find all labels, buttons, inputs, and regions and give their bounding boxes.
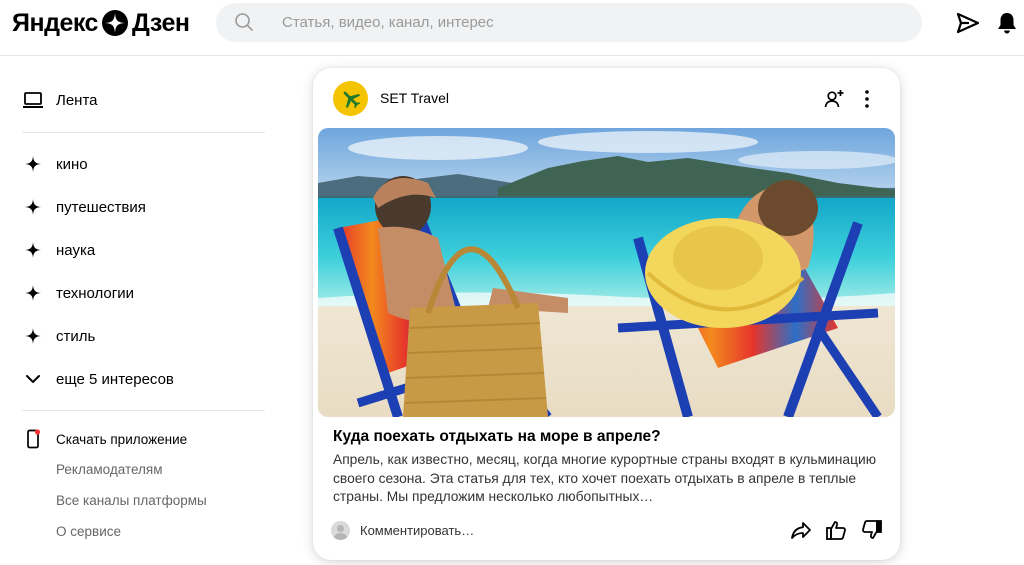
sidebar-item-label: еще 5 интересов — [56, 370, 174, 388]
bell-icon[interactable] — [994, 10, 1020, 36]
like-icon[interactable] — [825, 519, 847, 541]
logo-text-yandex: Яндекс — [12, 8, 98, 37]
sidebar-item-label: путешествия — [56, 198, 146, 216]
sidebar-item-label: стиль — [56, 327, 96, 345]
send-icon[interactable] — [955, 10, 981, 36]
sidebar-item-kino[interactable]: кино — [22, 149, 88, 179]
top-header: Яндекс Дзен — [0, 0, 1024, 56]
more-options-icon[interactable] — [859, 88, 875, 110]
sidebar-item-technology[interactable]: технологии — [22, 278, 134, 308]
footer-link-all-channels[interactable]: Все каналы платформы — [56, 493, 207, 508]
article-title[interactable]: Куда поехать отдыхать на море в апреле? — [333, 428, 873, 446]
yandex-zen-logo[interactable]: Яндекс Дзен — [12, 8, 190, 37]
sidebar-item-travel[interactable]: путешествия — [22, 192, 146, 222]
user-avatar — [331, 521, 350, 540]
subscribe-icon[interactable] — [823, 88, 845, 110]
comment-button[interactable]: Комментировать… — [360, 523, 474, 538]
footer-link-advertisers[interactable]: Рекламодателям — [56, 462, 163, 477]
sidebar-item-label: кино — [56, 155, 88, 173]
sidebar-divider — [22, 410, 265, 411]
download-app-link[interactable]: Скачать приложение — [22, 428, 187, 450]
article-card: SET Travel Куда поехать отдыхать на море… — [313, 68, 900, 560]
channel-avatar[interactable] — [333, 81, 368, 116]
logo-text-zen: Дзен — [131, 8, 190, 37]
airplane-icon — [343, 91, 360, 108]
article-snippet[interactable]: Апрель, как известно, месяц, когда многи… — [333, 451, 885, 507]
dislike-icon[interactable] — [861, 519, 883, 541]
sparkle-icon — [22, 153, 44, 175]
sidebar-item-style[interactable]: стиль — [22, 321, 95, 351]
share-icon[interactable] — [790, 519, 812, 541]
search-icon — [235, 13, 253, 31]
sparkle-icon — [22, 325, 44, 347]
sidebar-item-label: Лента — [56, 91, 98, 109]
download-app-label: Скачать приложение — [56, 431, 188, 447]
sidebar-item-feed[interactable]: Лента — [22, 85, 98, 115]
article-image[interactable] — [318, 128, 895, 417]
sidebar: Лента кино путешествия наука технологии … — [0, 57, 290, 565]
sidebar-divider — [22, 132, 265, 133]
zen-logo-icon — [101, 10, 128, 36]
chevron-down-icon — [22, 368, 44, 390]
sidebar-item-science[interactable]: наука — [22, 235, 95, 265]
footer-link-about[interactable]: О сервисе — [56, 524, 121, 539]
sidebar-item-label: наука — [56, 241, 96, 259]
phone-icon — [22, 428, 44, 450]
sparkle-icon — [22, 239, 44, 261]
laptop-icon — [22, 89, 44, 111]
sparkle-icon — [22, 282, 44, 304]
sidebar-item-label: технологии — [56, 284, 135, 302]
sidebar-item-more-interests[interactable]: еще 5 интересов — [22, 364, 174, 394]
channel-name[interactable]: SET Travel — [380, 90, 449, 106]
search-input[interactable] — [282, 3, 882, 42]
sparkle-icon — [22, 196, 44, 218]
search-bar[interactable] — [216, 3, 922, 42]
